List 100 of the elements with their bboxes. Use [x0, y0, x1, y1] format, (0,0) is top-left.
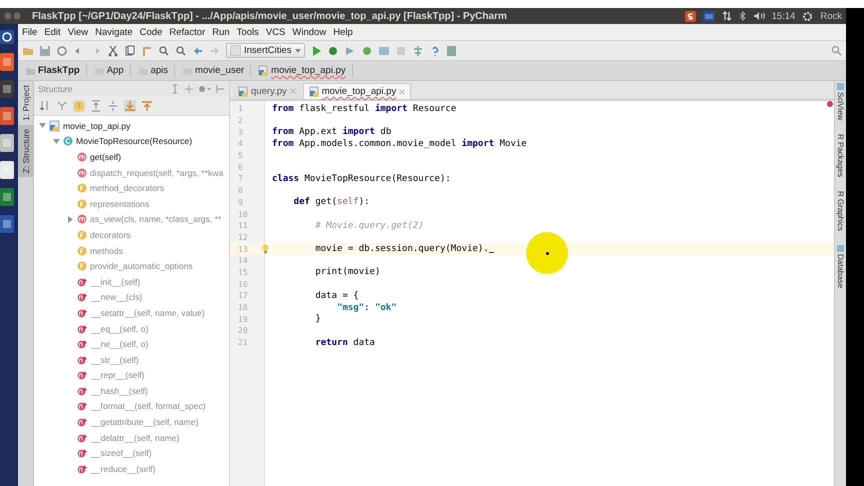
tool-window-tab[interactable]: R Graphics	[835, 191, 846, 232]
special-method-icon	[77, 276, 88, 287]
tool-window-tab[interactable]: 1: Project	[18, 81, 33, 125]
menu-item[interactable]: Code	[140, 26, 162, 38]
user-name[interactable]: Rock	[820, 10, 842, 22]
line-number: 17	[238, 291, 249, 300]
search-icon[interactable]	[831, 45, 842, 56]
tree-item[interactable]: movie_top_api.py	[63, 120, 130, 131]
collapsed-arrow-icon[interactable]	[66, 216, 74, 223]
coverage-icon[interactable]	[344, 44, 356, 56]
special-method-icon	[77, 324, 88, 334]
special-method-icon	[77, 292, 88, 302]
code-line: # Movie.query.get(2)	[314, 220, 424, 231]
menu-item[interactable]: Edit	[44, 26, 61, 38]
line-number: 4	[238, 139, 244, 148]
menu-item[interactable]: VCS	[266, 26, 286, 38]
field-filter-icon[interactable]	[73, 100, 85, 112]
structure-tool-icon[interactable]	[412, 44, 424, 56]
stop-icon[interactable]	[394, 44, 407, 56]
code-line: movie = db.session.query(Movie).	[314, 244, 489, 254]
menu-item[interactable]: Window	[292, 26, 326, 38]
menu-item[interactable]: File	[22, 26, 38, 38]
scissors-icon[interactable]	[107, 44, 119, 56]
expand-icon[interactable]	[90, 100, 102, 112]
tree-item[interactable]: MovieTopResource(Resource)	[76, 136, 192, 146]
keyboard-layout-icon[interactable]	[702, 10, 715, 22]
app-icon[interactable]	[0, 53, 14, 71]
app-icon[interactable]	[0, 188, 14, 206]
method-icon	[77, 214, 87, 224]
expanded-arrow-icon[interactable]	[38, 122, 46, 130]
autoscroll-from-source-icon[interactable]	[141, 100, 153, 112]
line-number: 9	[238, 198, 244, 207]
line-number: 1	[238, 104, 244, 114]
tasks-icon[interactable]	[378, 44, 390, 56]
method-icon	[77, 168, 87, 178]
close-icon[interactable]	[399, 88, 406, 94]
volume-icon[interactable]	[752, 11, 765, 21]
special-method-icon	[77, 401, 88, 412]
hide-icon[interactable]	[215, 84, 225, 94]
save-icon[interactable]	[39, 44, 51, 56]
breadcrumb[interactable]: App	[90, 64, 131, 77]
tool-window-tab[interactable]: R Packages	[835, 134, 846, 178]
code-line: return data	[314, 338, 375, 348]
app-icon[interactable]	[0, 215, 14, 233]
menu-item[interactable]: Navigate	[95, 26, 133, 38]
sync-icon[interactable]	[56, 44, 68, 56]
menu-item[interactable]: Tools	[236, 26, 259, 38]
app-icon[interactable]	[0, 107, 14, 125]
editor-tab[interactable]: movie_top_api.py	[302, 83, 412, 99]
python-file-icon	[308, 86, 319, 97]
inherited-icon[interactable]	[56, 100, 68, 112]
line-number: 18	[238, 303, 249, 312]
tool-window-tab[interactable]: Z: Structure	[18, 124, 33, 178]
expanded-arrow-icon[interactable]	[52, 138, 60, 145]
tree-item[interactable]: get(self)	[90, 152, 122, 162]
debug-icon[interactable]	[326, 44, 339, 56]
tool-window-icon	[837, 83, 844, 90]
field-icon	[77, 246, 87, 256]
line-number: 12	[238, 232, 249, 242]
code-line: data = {	[314, 290, 359, 301]
cursor-highlight	[526, 232, 568, 274]
collapse-all-icon[interactable]	[184, 84, 194, 94]
autoscroll-to-source-icon[interactable]	[124, 100, 136, 112]
line-number: 15	[238, 268, 249, 277]
bluetooth-icon[interactable]	[738, 11, 746, 21]
collapse-icon[interactable]	[107, 100, 119, 112]
tool-window-tab[interactable]: Database	[835, 245, 846, 289]
line-number: 13	[238, 244, 248, 254]
app-icon[interactable]	[0, 80, 14, 98]
network-icon[interactable]	[722, 11, 732, 21]
tool-window-tab[interactable]: SciView	[835, 83, 846, 120]
panel-title: Structure	[38, 84, 72, 94]
close-icon[interactable]	[290, 88, 296, 94]
menu-item[interactable]: Refactor	[169, 26, 206, 38]
menu-item[interactable]: Help	[333, 26, 353, 38]
breadcrumb[interactable]: FlaskTpp	[22, 64, 87, 77]
breadcrumb[interactable]: apis	[134, 64, 176, 77]
run-configuration-dropdown[interactable]: InsertCities	[226, 43, 305, 58]
profile-icon[interactable]	[360, 44, 373, 56]
clock[interactable]: 15:14	[772, 10, 796, 22]
special-method-icon	[77, 354, 88, 365]
plugin-icon[interactable]	[446, 44, 458, 56]
line-number: 2	[238, 116, 244, 126]
app-icon[interactable]	[0, 134, 14, 152]
lightbulb-icon[interactable]	[262, 244, 269, 254]
copy-icon[interactable]	[124, 44, 136, 56]
expand-all-icon[interactable]	[170, 84, 180, 94]
code-line: class MovieTopResource(Resource):	[272, 174, 451, 184]
find-replace-icon[interactable]	[175, 44, 187, 56]
editor-tab[interactable]: query.py	[233, 83, 301, 99]
search-icon[interactable]	[158, 44, 170, 56]
back-icon[interactable]	[192, 44, 204, 56]
breadcrumb[interactable]: movie_user	[179, 64, 252, 77]
code-line: from App.ext import db	[272, 127, 392, 138]
s-app-icon[interactable]	[684, 10, 696, 22]
menu-item[interactable]: Run	[212, 26, 230, 38]
ubuntu-logo-icon[interactable]	[0, 30, 14, 44]
menu-item[interactable]: View	[68, 26, 88, 38]
breadcrumb[interactable]: movie_top_api.py	[255, 64, 353, 77]
forward-icon[interactable]	[209, 44, 221, 56]
